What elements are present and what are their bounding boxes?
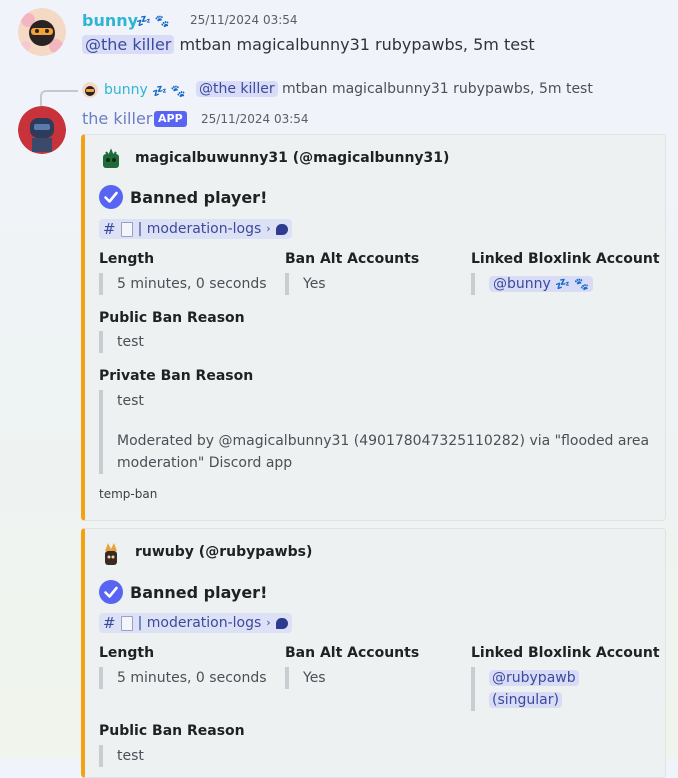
embed-title: Banned player!: [130, 583, 268, 602]
chevron-right-icon: ›: [266, 222, 271, 235]
avatar-the-killer[interactable]: [18, 106, 66, 154]
embed-footer: temp-ban: [99, 487, 158, 501]
field-alt-value: Yes: [285, 273, 326, 295]
field-alt-value: Yes: [285, 667, 326, 689]
reply-text: mtban magicalbunny31 rubypawbs, 5m test: [282, 81, 593, 97]
document-icon: [120, 221, 133, 237]
linked-account-emoji: 💤 🐾: [555, 277, 589, 291]
field-private-reason-label: Private Ban Reason: [99, 368, 254, 384]
reply-author-emoji: 💤 🐾: [152, 84, 186, 98]
embed-ban-rubypawbs: ruwuby (@rubypawbs) Banned player! # | m…: [81, 528, 666, 778]
field-linked-value[interactable]: @rubypawb (singular): [471, 667, 579, 711]
private-reason-note-line-1: Moderated by @magicalbunny31 (4901780473…: [117, 433, 650, 449]
private-reason-note-line-2: moderation" Discord app: [117, 455, 293, 471]
field-linked-label: Linked Bloxlink Account: [471, 645, 660, 661]
message-timestamp: 25/11/2024 03:54: [201, 112, 309, 126]
field-public-reason-value: test: [99, 331, 144, 353]
embed-author-icon: [99, 148, 123, 172]
field-alt-label: Ban Alt Accounts: [285, 645, 420, 661]
channel-name: | moderation-logs: [137, 615, 262, 631]
field-linked-value: @bunny 💤 🐾: [471, 273, 593, 295]
hash-icon: #: [103, 220, 116, 238]
field-public-reason-label: Public Ban Reason: [99, 723, 245, 739]
field-linked-label: Linked Bloxlink Account: [471, 251, 660, 267]
reply-author-name[interactable]: bunny: [104, 82, 148, 98]
reply-avatar[interactable]: [82, 82, 98, 98]
message-author-name[interactable]: bunny: [82, 11, 138, 30]
embed-ban-magicalbunny31: magicalbuwunny31 (@magicalbunny31) Banne…: [81, 134, 666, 521]
linked-account-mention[interactable]: @bunny: [493, 276, 551, 292]
linked-account-mention-suffix[interactable]: (singular): [489, 692, 562, 708]
thread-bubble-icon: [275, 617, 288, 629]
message-author-name[interactable]: the killer: [82, 109, 152, 128]
linked-account-mention[interactable]: @rubypawb: [489, 670, 579, 686]
thread-bubble-icon: [275, 223, 288, 235]
message-timestamp: 25/11/2024 03:54: [190, 13, 298, 27]
message-text: mtban magicalbunny31 rubypawbs, 5m test: [179, 35, 535, 54]
field-length-label: Length: [99, 645, 155, 661]
check-icon: [99, 185, 123, 209]
embed-title: Banned player!: [130, 188, 268, 207]
private-reason-text: test: [117, 393, 144, 409]
field-public-reason-value: test: [99, 745, 144, 767]
field-length-label: Length: [99, 251, 155, 267]
check-icon: [99, 580, 123, 604]
field-length-value: 5 minutes, 0 seconds: [99, 667, 267, 689]
field-public-reason-label: Public Ban Reason: [99, 310, 245, 326]
embed-author-icon: [99, 541, 123, 567]
reply-mention[interactable]: @the killer: [196, 81, 278, 97]
avatar-bunny[interactable]: [18, 8, 66, 56]
author-emoji: 💤 🐾: [136, 14, 170, 28]
document-icon: [120, 615, 133, 631]
reply-spine: [40, 90, 78, 106]
app-badge: APP: [154, 111, 187, 127]
reply-preview[interactable]: @the killer mtban magicalbunny31 rubypaw…: [196, 81, 593, 97]
user-mention[interactable]: @the killer: [82, 35, 175, 54]
channel-link-moderation-logs[interactable]: # | moderation-logs ›: [99, 219, 292, 239]
field-length-value: 5 minutes, 0 seconds: [99, 273, 267, 295]
chevron-right-icon: ›: [266, 616, 271, 629]
hash-icon: #: [103, 614, 116, 632]
channel-link-moderation-logs[interactable]: # | moderation-logs ›: [99, 613, 292, 633]
embed-author-name[interactable]: ruwuby (@rubypawbs): [135, 544, 312, 560]
message-content: @the killer mtban magicalbunny31 rubypaw…: [82, 35, 535, 54]
embed-author-name[interactable]: magicalbuwunny31 (@magicalbunny31): [135, 150, 449, 166]
field-private-reason-value: test Moderated by @magicalbunny31 (49017…: [99, 390, 650, 474]
channel-name: | moderation-logs: [137, 221, 262, 237]
field-alt-label: Ban Alt Accounts: [285, 251, 420, 267]
